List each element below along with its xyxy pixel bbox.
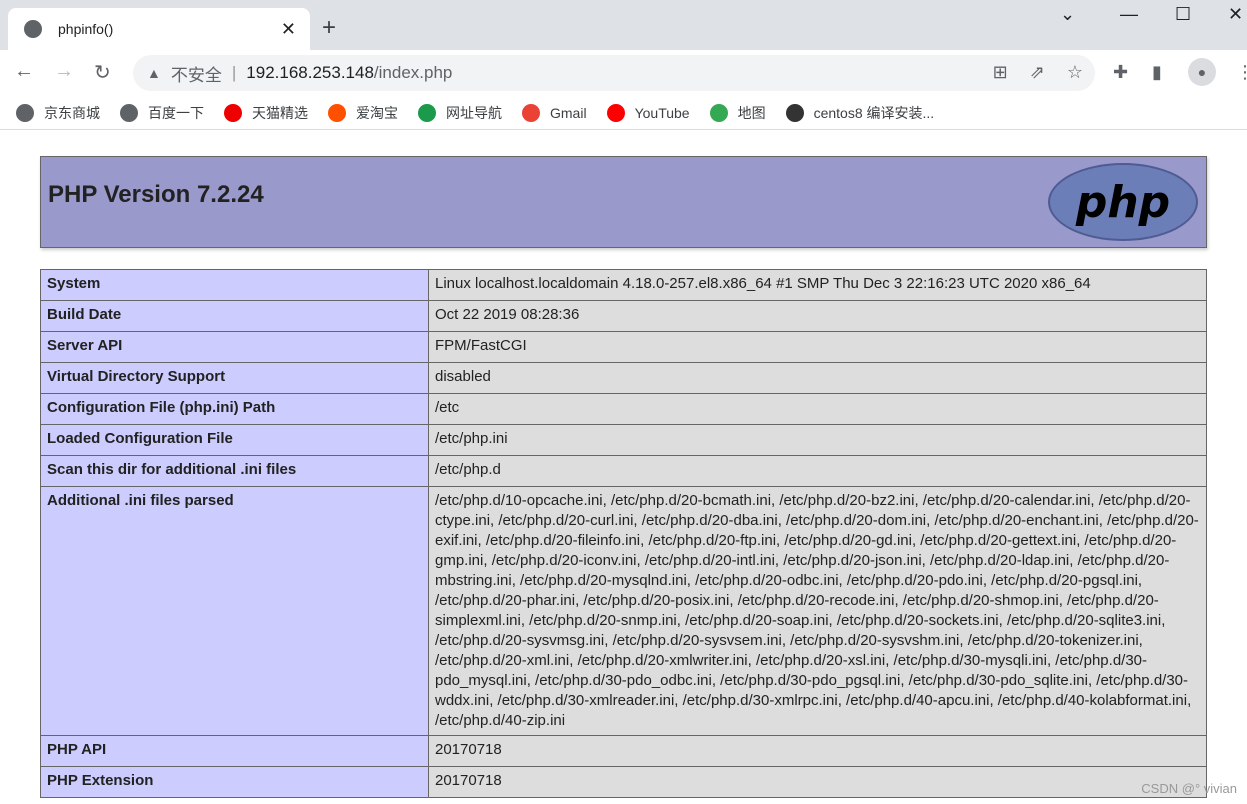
bookmarks-bar: 京东商城 百度一下 天猫精选 爱淘宝 网址导航 Gmail YouTube 地图 centos8…	[0, 96, 1247, 130]
row-value: 20170718	[428, 735, 1207, 767]
php-header: PHP Version 7.2.24 php	[40, 156, 1207, 248]
bookmark-item[interactable]: 爱淘宝	[328, 103, 398, 123]
row-key: PHP API	[40, 735, 429, 767]
bookmark-item[interactable]: 网址导航	[418, 103, 502, 123]
bookmark-icon	[16, 103, 34, 122]
row-key: Server API	[40, 331, 429, 363]
bookmark-icon	[785, 103, 804, 122]
table-row: Server API FPM/FastCGI	[40, 331, 1207, 363]
row-value: /etc	[428, 393, 1207, 425]
php-version-title: PHP Version 7.2.24	[48, 181, 264, 208]
bookmark-icon	[328, 103, 346, 122]
bookmark-item[interactable]: YouTube	[606, 103, 690, 122]
tab-phpinfo[interactable]: phpinfo() ✕	[8, 8, 310, 50]
row-key: Loaded Configuration File	[40, 424, 429, 456]
menu-icon[interactable]: ⋮	[1236, 62, 1247, 83]
watermark: CSDN @° vivian	[1141, 781, 1237, 796]
new-tab-icon[interactable]: +	[322, 14, 336, 42]
warning-icon[interactable]: ▲	[147, 65, 161, 81]
table-row: Scan this dir for additional .ini files /…	[40, 455, 1207, 487]
bookmark-icon	[224, 103, 242, 122]
extensions-icon[interactable]: ✚	[1113, 62, 1128, 83]
row-key: Additional .ini files parsed	[40, 486, 429, 736]
forward-icon: →	[54, 60, 74, 82]
bookmark-icon	[120, 103, 138, 122]
bookmark-label: 爱淘宝	[356, 104, 398, 121]
table-row: Configuration File (php.ini) Path/etc	[40, 393, 1207, 425]
bookmark-item[interactable]: 京东商城	[16, 103, 100, 123]
bookmark-label: YouTube	[634, 104, 690, 121]
separator: |	[231, 63, 237, 82]
share-icon[interactable]: ⇗	[1030, 62, 1045, 83]
side-panel-icon[interactable]: ▮	[1152, 62, 1162, 83]
url-path[interactable]: /index.php	[374, 63, 452, 83]
row-key: Virtual Directory Support	[40, 362, 429, 394]
row-key: Build Date	[40, 300, 429, 332]
row-value: Oct 22 2019 08:28:36	[428, 300, 1207, 332]
close-tab-icon[interactable]: ✕	[281, 19, 296, 40]
address-bar[interactable]: ▲ 不安全 | 192.168.253.148/index.php ⊞ ⇗ ☆	[133, 55, 1095, 91]
insecure-label[interactable]: 不安全	[171, 61, 222, 86]
bookmark-label: 地图	[737, 104, 766, 121]
php-info-table: System Linux localhost.localdomain 4.18.0…	[40, 269, 1207, 798]
bookmark-item[interactable]: 天猫精选	[224, 103, 308, 123]
toolbar: ← → ↻ ▲ 不安全 | 192.168.253.148/index.php …	[0, 50, 1247, 96]
reload-icon[interactable]: ↻	[94, 60, 111, 85]
back-icon[interactable]: ←	[14, 60, 34, 83]
table-row: PHP Extension 20170718	[40, 766, 1207, 798]
bookmark-icon	[606, 103, 625, 122]
bookmark-icon	[522, 103, 540, 122]
bookmark-label: 天猫精选	[252, 104, 308, 121]
table-row: Loaded Configuration File/etc/php.ini	[40, 424, 1207, 456]
row-key: System	[40, 269, 429, 301]
bookmark-label: 百度一下	[148, 104, 204, 121]
bookmark-label: Gmail	[550, 104, 587, 121]
tab-search-icon[interactable]: ⌄	[1060, 4, 1075, 25]
table-row: Virtual Directory Support disabled	[40, 362, 1207, 394]
row-key: Scan this dir for additional .ini files	[40, 455, 429, 487]
bookmark-icon	[709, 103, 728, 122]
star-icon[interactable]: ☆	[1067, 62, 1083, 83]
bookmark-label: 网址导航	[446, 104, 502, 121]
bookmark-item[interactable]: centos8 编译安装...	[785, 103, 935, 123]
bookmark-icon	[418, 103, 436, 122]
row-value: /etc/php.d	[428, 455, 1207, 487]
phpinfo-page: PHP Version 7.2.24 php System Linux local…	[40, 156, 1207, 798]
row-value: /etc/php.d/10-opcache.ini, /etc/php.d/20…	[428, 486, 1207, 736]
row-value: /etc/php.ini	[428, 424, 1207, 456]
maximize-icon[interactable]: ☐	[1175, 4, 1191, 25]
bookmark-item[interactable]: 百度一下	[120, 103, 204, 123]
close-window-icon[interactable]: ✕	[1228, 4, 1243, 25]
row-value: disabled	[428, 362, 1207, 394]
table-row: Build Date Oct 22 2019 08:28:36	[40, 300, 1207, 332]
globe-icon	[24, 20, 42, 38]
row-key: Configuration File (php.ini) Path	[40, 393, 429, 425]
row-key: PHP Extension	[40, 766, 429, 798]
url-host[interactable]: 192.168.253.148	[246, 63, 374, 83]
minimize-icon[interactable]: —	[1120, 4, 1138, 25]
bookmark-label: centos8 编译安装...	[813, 104, 935, 121]
table-row: System Linux localhost.localdomain 4.18.0…	[40, 269, 1207, 301]
row-value: Linux localhost.localdomain 4.18.0-257.e…	[428, 269, 1207, 301]
php-logo[interactable]: php	[1048, 163, 1198, 241]
translate-icon[interactable]: ⊞	[993, 62, 1008, 83]
row-value: 20170718	[428, 766, 1207, 798]
row-value: FPM/FastCGI	[428, 331, 1207, 363]
table-row: PHP API 20170718	[40, 735, 1207, 767]
bookmark-item[interactable]: Gmail	[522, 103, 587, 122]
bookmark-item[interactable]: 地图	[709, 103, 766, 123]
profile-icon[interactable]: ●	[1188, 58, 1216, 86]
table-row: Additional .ini files parsed/etc/php.d/1…	[40, 486, 1207, 736]
bookmark-label: 京东商城	[44, 104, 100, 121]
tab-strip: phpinfo() ✕ + ⌄ — ☐ ✕	[0, 0, 1247, 50]
tab-title: phpinfo()	[58, 21, 114, 37]
